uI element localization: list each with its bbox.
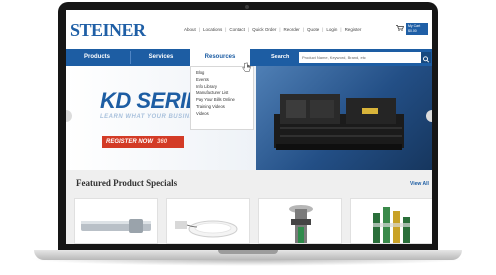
register-now-button[interactable]: REGISTER NOW 360 bbox=[102, 136, 184, 148]
laptop-notch bbox=[218, 250, 278, 254]
laptop-screen: STEINER About | Locations | Contact | Quick… bbox=[66, 10, 432, 244]
link-locations[interactable]: Locations bbox=[203, 27, 222, 32]
divider: | bbox=[322, 27, 324, 32]
carousel-next-arrow[interactable] bbox=[426, 110, 432, 122]
register-number: 360 bbox=[157, 139, 168, 145]
floor-box-image bbox=[289, 205, 313, 243]
link-login[interactable]: Login bbox=[326, 27, 337, 32]
view-all-link[interactable]: View All bbox=[410, 181, 429, 187]
divider: | bbox=[340, 27, 342, 32]
camera-dot bbox=[245, 5, 249, 9]
product-card[interactable] bbox=[166, 198, 250, 244]
link-contact[interactable]: Contact bbox=[229, 27, 245, 32]
cart-icon[interactable] bbox=[396, 25, 404, 31]
conduit-pipe-image bbox=[81, 219, 151, 233]
cart-button[interactable]: My Cart $0.00 bbox=[406, 23, 428, 35]
search-button[interactable] bbox=[421, 52, 431, 63]
nav-products[interactable]: Products bbox=[66, 49, 128, 66]
product-card[interactable] bbox=[350, 198, 432, 244]
link-quote[interactable]: Quote bbox=[307, 27, 319, 32]
menu-item-videos[interactable]: Videos bbox=[196, 111, 250, 118]
featured-title: Featured Product Specials bbox=[76, 178, 178, 188]
menu-item-manufacturer-list[interactable]: Manufacturer List bbox=[196, 90, 250, 97]
hand-cursor-icon bbox=[242, 62, 251, 72]
nav-divider bbox=[130, 51, 131, 64]
steiner-logo[interactable]: STEINER bbox=[70, 20, 146, 41]
product-card[interactable] bbox=[74, 198, 158, 244]
utility-nav: About | Locations | Contact | Quick Order | … bbox=[184, 27, 361, 32]
nav-services[interactable]: Services bbox=[132, 49, 190, 66]
link-register[interactable]: Register bbox=[345, 27, 362, 32]
menu-item-info-library[interactable]: Info Library bbox=[196, 84, 250, 91]
divider: | bbox=[198, 27, 200, 32]
link-quick-order[interactable]: Quick Order bbox=[252, 27, 276, 32]
cart-total: $0.00 bbox=[408, 29, 417, 33]
link-reorder[interactable]: Reorder bbox=[284, 27, 300, 32]
site-header: STEINER About | Locations | Contact | Quick… bbox=[66, 10, 432, 46]
menu-item-pay-bills[interactable]: Pay Your Bills Online bbox=[196, 97, 250, 104]
search-label: Search bbox=[271, 54, 290, 60]
resources-dropdown: Blog Events Info Library Manufacturer Li… bbox=[190, 66, 254, 130]
generator-image bbox=[274, 94, 404, 150]
divider: | bbox=[302, 27, 304, 32]
link-about[interactable]: About bbox=[184, 27, 196, 32]
product-card[interactable] bbox=[258, 198, 342, 244]
nav-resources[interactable]: Resources bbox=[190, 49, 250, 66]
menu-item-training-videos[interactable]: Training Videos bbox=[196, 104, 250, 111]
led-panel-image bbox=[175, 220, 238, 238]
menu-item-events[interactable]: Events bbox=[196, 77, 250, 84]
divider: | bbox=[279, 27, 281, 32]
featured-section: Featured Product Specials View All bbox=[66, 170, 432, 244]
search-input[interactable]: Product Name, Keyword, Brand, etc bbox=[299, 52, 421, 63]
fittings-image bbox=[373, 207, 410, 243]
divider: | bbox=[225, 27, 227, 32]
search-icon bbox=[423, 56, 430, 63]
divider: | bbox=[247, 27, 250, 32]
register-label: REGISTER NOW bbox=[106, 139, 154, 145]
